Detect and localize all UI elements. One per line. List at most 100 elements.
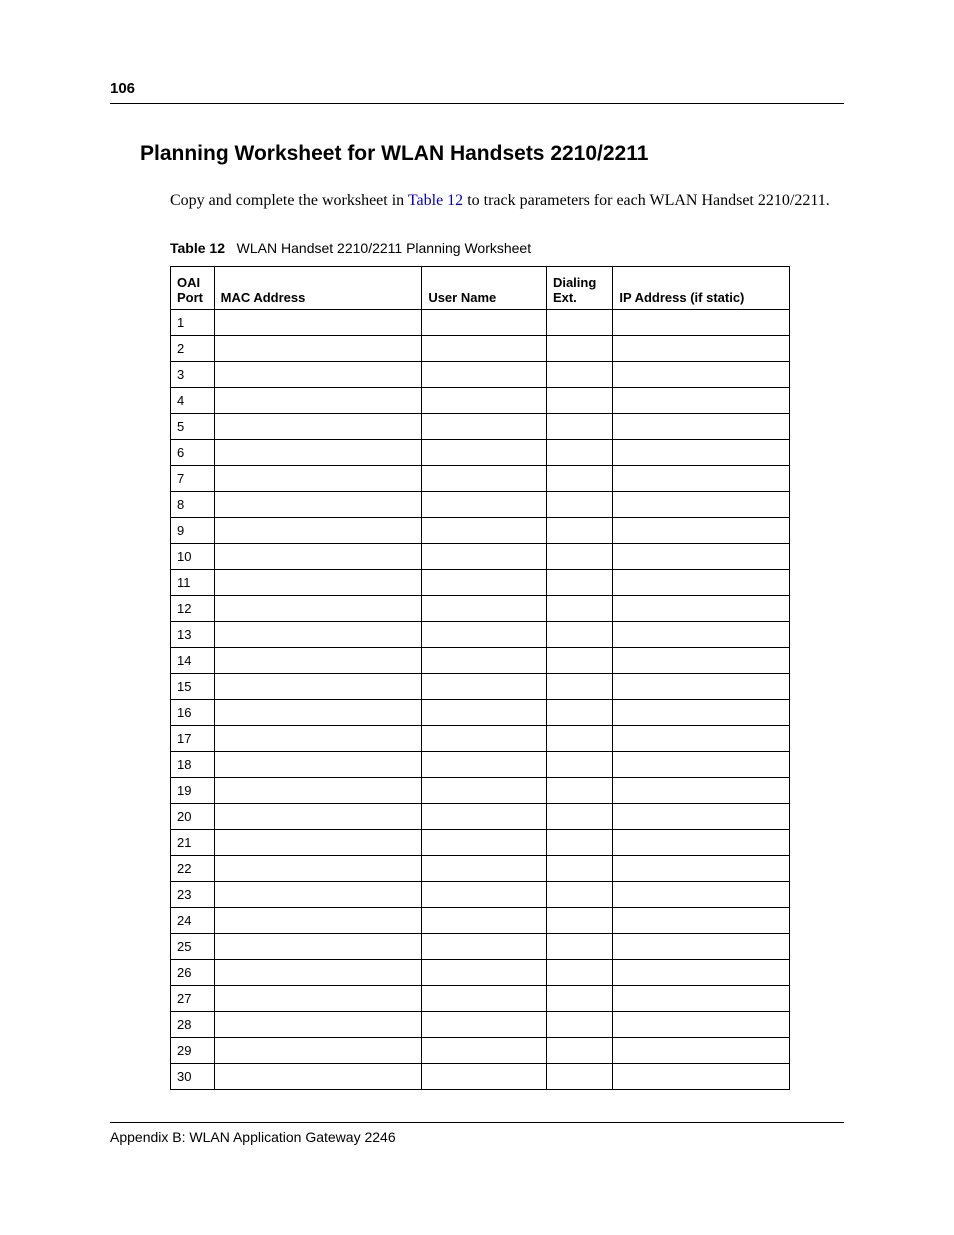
table-cell-ext	[546, 621, 612, 647]
table-cell-port: 1	[171, 309, 215, 335]
table-cell-ip	[613, 933, 790, 959]
table-cell-user	[422, 413, 547, 439]
table-row: 12	[171, 595, 790, 621]
table-cell-port: 11	[171, 569, 215, 595]
table-cell-user	[422, 647, 547, 673]
table-cell-ext	[546, 543, 612, 569]
table-cell-user	[422, 751, 547, 777]
planning-worksheet-table: OAI Port MAC Address User Name Dialing E…	[170, 266, 790, 1090]
table-cell-ext	[546, 673, 612, 699]
table-cell-ext	[546, 569, 612, 595]
table-row: 11	[171, 569, 790, 595]
table-caption: Table 12 WLAN Handset 2210/2211 Planning…	[170, 240, 844, 256]
table-cell-user	[422, 829, 547, 855]
table-cell-ext	[546, 1063, 612, 1089]
table-cell-port: 30	[171, 1063, 215, 1089]
table-cell-user	[422, 907, 547, 933]
table-row: 30	[171, 1063, 790, 1089]
table-cell-mac	[214, 387, 422, 413]
table-cell-ext	[546, 829, 612, 855]
table-cell-ext	[546, 1011, 612, 1037]
table-cell-port: 6	[171, 439, 215, 465]
table-row: 2	[171, 335, 790, 361]
table-row: 18	[171, 751, 790, 777]
table-cell-user	[422, 517, 547, 543]
table-row: 27	[171, 985, 790, 1011]
table-cell-ext	[546, 881, 612, 907]
table-row: 7	[171, 465, 790, 491]
table-row: 28	[171, 1011, 790, 1037]
table-cell-ip	[613, 985, 790, 1011]
table-cell-mac	[214, 1063, 422, 1089]
table-cell-user	[422, 959, 547, 985]
table-cell-mac	[214, 673, 422, 699]
table-cell-ip	[613, 595, 790, 621]
table-cell-port: 8	[171, 491, 215, 517]
header-user-name: User Name	[422, 266, 547, 309]
table-cell-port: 9	[171, 517, 215, 543]
table-cell-ip	[613, 1011, 790, 1037]
table-row: 14	[171, 647, 790, 673]
table-cell-ext	[546, 959, 612, 985]
table-row: 26	[171, 959, 790, 985]
table-cell-user	[422, 803, 547, 829]
table-cell-port: 21	[171, 829, 215, 855]
table-cell-port: 3	[171, 361, 215, 387]
table-cell-user	[422, 309, 547, 335]
table-cell-port: 27	[171, 985, 215, 1011]
table-cell-ip	[613, 387, 790, 413]
table-cell-user	[422, 335, 547, 361]
table-cell-ext	[546, 751, 612, 777]
page-number: 106	[110, 80, 844, 97]
table-cell-port: 20	[171, 803, 215, 829]
table-cell-mac	[214, 933, 422, 959]
table-row: 1	[171, 309, 790, 335]
table-cell-ext	[546, 907, 612, 933]
table-cell-mac	[214, 465, 422, 491]
table-row: 3	[171, 361, 790, 387]
table-cell-ext	[546, 517, 612, 543]
table-12-link[interactable]: Table 12	[408, 192, 463, 209]
table-cell-mac	[214, 413, 422, 439]
table-cell-ip	[613, 335, 790, 361]
table-cell-ip	[613, 517, 790, 543]
table-cell-mac	[214, 569, 422, 595]
table-cell-user	[422, 881, 547, 907]
table-cell-mac	[214, 621, 422, 647]
table-cell-ip	[613, 829, 790, 855]
table-cell-user	[422, 1011, 547, 1037]
table-row: 6	[171, 439, 790, 465]
table-cell-ip	[613, 361, 790, 387]
table-cell-port: 14	[171, 647, 215, 673]
table-cell-mac	[214, 777, 422, 803]
intro-text-post: to track parameters for each WLAN Handse…	[463, 192, 830, 209]
table-cell-ip	[613, 751, 790, 777]
table-cell-port: 17	[171, 725, 215, 751]
table-cell-ext	[546, 1037, 612, 1063]
table-cell-port: 25	[171, 933, 215, 959]
table-row: 20	[171, 803, 790, 829]
table-cell-ext	[546, 855, 612, 881]
table-row: 16	[171, 699, 790, 725]
table-row: 9	[171, 517, 790, 543]
table-cell-mac	[214, 335, 422, 361]
table-cell-ip	[613, 881, 790, 907]
table-cell-user	[422, 777, 547, 803]
table-row: 15	[171, 673, 790, 699]
table-cell-mac	[214, 439, 422, 465]
table-row: 23	[171, 881, 790, 907]
header-oai-port: OAI Port	[171, 266, 215, 309]
intro-text-pre: Copy and complete the worksheet in	[170, 192, 408, 209]
table-cell-ip	[613, 647, 790, 673]
table-cell-mac	[214, 517, 422, 543]
footer-text: Appendix B: WLAN Application Gateway 224…	[110, 1129, 844, 1145]
table-cell-user	[422, 855, 547, 881]
table-row: 22	[171, 855, 790, 881]
table-cell-ip	[613, 725, 790, 751]
table-caption-title: WLAN Handset 2210/2211 Planning Workshee…	[237, 240, 531, 256]
table-row: 24	[171, 907, 790, 933]
page-footer: Appendix B: WLAN Application Gateway 224…	[110, 1122, 844, 1145]
table-cell-user	[422, 595, 547, 621]
table-cell-ip	[613, 309, 790, 335]
table-cell-port: 13	[171, 621, 215, 647]
